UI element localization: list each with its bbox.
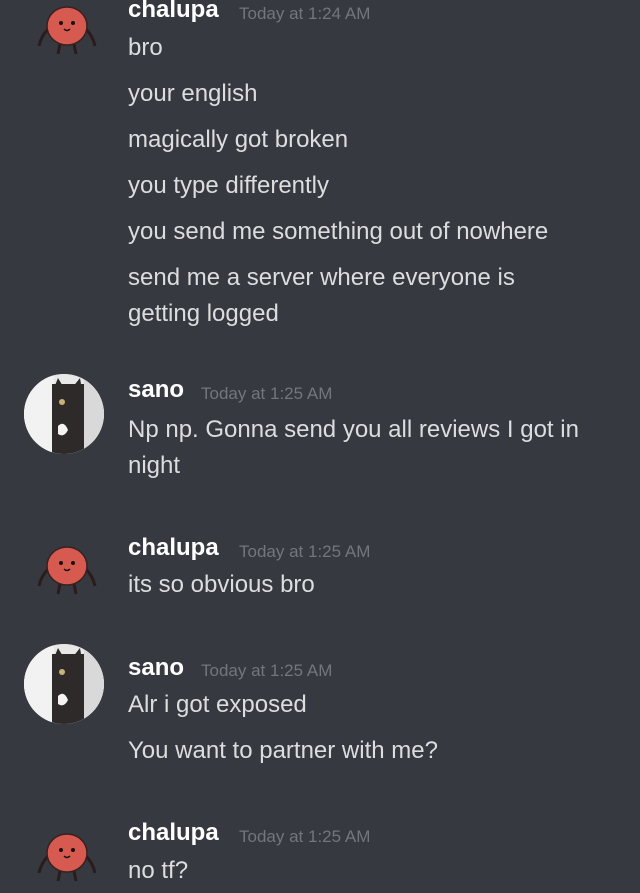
username[interactable]: chalupa — [128, 819, 219, 847]
message-text: your english — [128, 80, 258, 107]
cat-photo-avatar-icon[interactable] — [24, 644, 104, 724]
username[interactable]: chalupa — [128, 534, 219, 562]
red-blob-avatar-icon[interactable] — [27, 528, 107, 608]
username[interactable]: sano — [128, 654, 184, 682]
message-text: you send me something out of nowhere — [128, 218, 549, 245]
message-text: its so obvious bro — [128, 571, 315, 598]
timestamp: Today at 1:25 AM — [239, 827, 371, 846]
timestamp: Today at 1:24 AM — [239, 4, 371, 23]
message-text: Alr i got exposed — [128, 691, 307, 718]
username[interactable]: sano — [128, 376, 184, 404]
timestamp: Today at 1:25 AM — [239, 542, 371, 561]
message-text: bro — [128, 34, 163, 61]
username[interactable]: chalupa — [128, 0, 219, 24]
message-text: You want to partner with me? — [128, 737, 438, 764]
message-text: no tf? — [128, 857, 189, 884]
red-blob-avatar-icon[interactable] — [27, 815, 107, 893]
cat-photo-avatar-icon[interactable] — [24, 374, 104, 454]
message-text: send me a server where everyone is getti… — [128, 264, 515, 327]
timestamp: Today at 1:25 AM — [201, 384, 333, 403]
message-text: you type differently — [128, 172, 330, 199]
message-text: magically got broken — [128, 126, 349, 153]
red-blob-avatar-icon[interactable] — [27, 0, 107, 68]
timestamp: Today at 1:25 AM — [201, 661, 333, 680]
message-text: Np np. Gonna send you all reviews I got … — [128, 416, 579, 479]
